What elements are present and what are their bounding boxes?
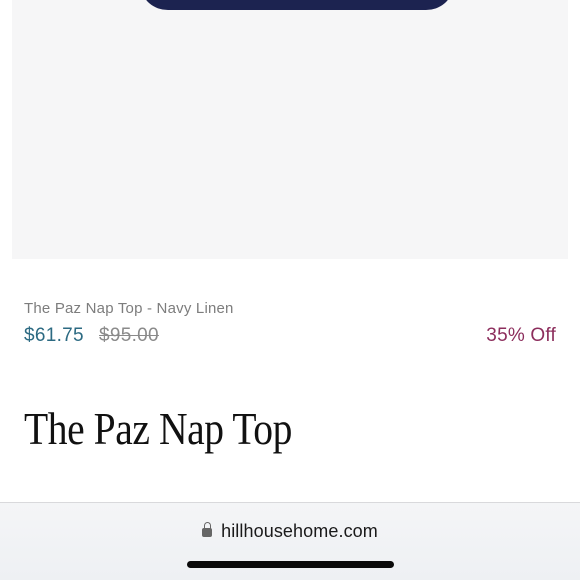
navy-top-garment (142, 0, 452, 10)
product-variant-name: The Paz Nap Top - Navy Linen (24, 300, 234, 317)
url-field[interactable]: hillhousehome.com (0, 521, 580, 542)
home-indicator[interactable] (187, 561, 394, 568)
product-image[interactable] (12, 0, 568, 259)
url-text: hillhousehome.com (221, 521, 378, 541)
product-page: The Paz Nap Top - Navy Linen $61.75 $95.… (0, 0, 580, 580)
original-price: $95.00 (99, 325, 159, 346)
sale-price: $61.75 (24, 325, 84, 346)
discount-badge: 35% Off (486, 325, 556, 346)
price-row: $61.75 $95.00 35% Off (24, 325, 556, 351)
browser-address-bar: hillhousehome.com (0, 502, 580, 580)
product-title: The Paz Nap Top (24, 403, 292, 454)
lock-icon (202, 522, 213, 537)
